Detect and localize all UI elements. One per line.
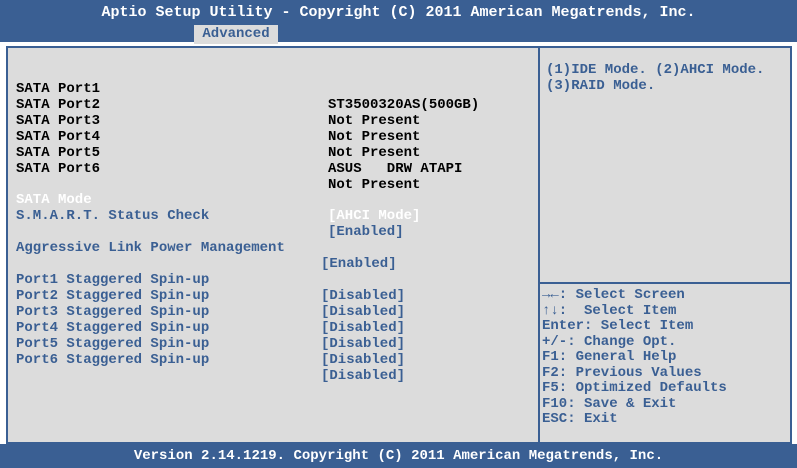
- sata-port3-value: Not Present: [328, 129, 421, 145]
- port6-spinup-value[interactable]: [Disabled]: [321, 368, 405, 384]
- sata-port5-row: SATA Port5 ASUS DRW ATAPI: [16, 129, 462, 177]
- alpm-label: Aggressive Link Power Management: [16, 240, 285, 256]
- sata-port1-value: ST3500320AS(500GB): [328, 97, 480, 113]
- port2-spinup-value[interactable]: [Disabled]: [321, 304, 405, 320]
- key-legend: →←: Select Screen ↑↓: Select Item Enter:…: [542, 287, 727, 428]
- main-panel: SATA Port1 ST3500320AS(500GB) SATA Port2…: [6, 46, 792, 444]
- key-f5: F5: Optimized Defaults: [542, 380, 727, 396]
- sata-port5-value: ASUS DRW ATAPI: [328, 161, 463, 177]
- smart-status-value[interactable]: [Enabled]: [328, 224, 404, 240]
- help-line-2: (3)RAID Mode.: [546, 78, 656, 94]
- title-bar: Aptio Setup Utility - Copyright (C) 2011…: [0, 0, 797, 44]
- app-title: Aptio Setup Utility - Copyright (C) 2011…: [101, 4, 696, 21]
- sata-mode-setting[interactable]: SATA Mode [AHCI Mode]: [16, 176, 420, 224]
- port4-spinup-value[interactable]: [Disabled]: [321, 336, 405, 352]
- sata-mode-value[interactable]: [AHCI Mode]: [328, 208, 420, 224]
- help-line-1: (1)IDE Mode. (2)AHCI Mode.: [546, 62, 765, 78]
- key-select-item: ↑↓: Select Item: [542, 302, 677, 319]
- port2-spinup-setting[interactable]: Port2 Staggered Spin-up [Disabled]: [16, 272, 405, 320]
- alpm-setting[interactable]: Aggressive Link Power Management [Enable…: [16, 224, 397, 272]
- version-footer: Version 2.14.1219. Copyright (C) 2011 Am…: [0, 444, 797, 468]
- sata-port2-value: Not Present: [328, 113, 421, 129]
- sata-port6-row: SATA Port6 Not Present: [16, 145, 420, 193]
- key-f2: F2: Previous Values: [542, 364, 702, 381]
- port5-spinup-value[interactable]: [Disabled]: [321, 352, 405, 368]
- help-divider: [540, 282, 792, 284]
- help-pane: (1)IDE Mode. (2)AHCI Mode. (3)RAID Mode.…: [538, 48, 792, 442]
- tab-advanced[interactable]: Advanced: [194, 25, 278, 44]
- port6-spinup-setting[interactable]: Port6 Staggered Spin-up [Disabled]: [16, 336, 405, 384]
- sata-port4-value: Not Present: [328, 145, 421, 161]
- port3-spinup-value[interactable]: [Disabled]: [321, 320, 405, 336]
- sata-port1-row: SATA Port1 ST3500320AS(500GB): [16, 65, 479, 113]
- sata-port3-row: SATA Port3 Not Present: [16, 97, 420, 145]
- key-enter: Enter: Select Item: [542, 318, 694, 334]
- key-f10: F10: Save & Exit: [542, 395, 677, 412]
- port6-spinup-label: Port6 Staggered Spin-up: [16, 352, 210, 368]
- sata-port6-label: SATA Port6: [16, 161, 101, 177]
- port1-spinup-setting[interactable]: Port1 Staggered Spin-up [Disabled]: [16, 256, 405, 304]
- alpm-value[interactable]: [Enabled]: [321, 256, 397, 272]
- sata-port6-value: Not Present: [328, 177, 421, 193]
- key-change-opt: +/-: Change Opt.: [542, 333, 677, 350]
- smart-status-setting[interactable]: S.M.A.R.T. Status Check [Enabled]: [16, 192, 404, 240]
- port4-spinup-setting[interactable]: Port4 Staggered Spin-up [Disabled]: [16, 304, 405, 352]
- sata-port2-row: SATA Port2 Not Present: [16, 81, 420, 129]
- key-f1: F1: General Help: [542, 349, 677, 365]
- key-esc: ESC: Exit: [542, 411, 618, 427]
- settings-pane: SATA Port1 ST3500320AS(500GB) SATA Port2…: [8, 48, 538, 442]
- key-select-screen: →←: Select Screen: [542, 287, 685, 303]
- port5-spinup-setting[interactable]: Port5 Staggered Spin-up [Disabled]: [16, 320, 405, 368]
- sata-port4-row: SATA Port4 Not Present: [16, 113, 420, 161]
- port3-spinup-setting[interactable]: Port3 Staggered Spin-up [Disabled]: [16, 288, 405, 336]
- port1-spinup-value[interactable]: [Disabled]: [321, 288, 405, 304]
- smart-status-label: S.M.A.R.T. Status Check: [16, 208, 210, 224]
